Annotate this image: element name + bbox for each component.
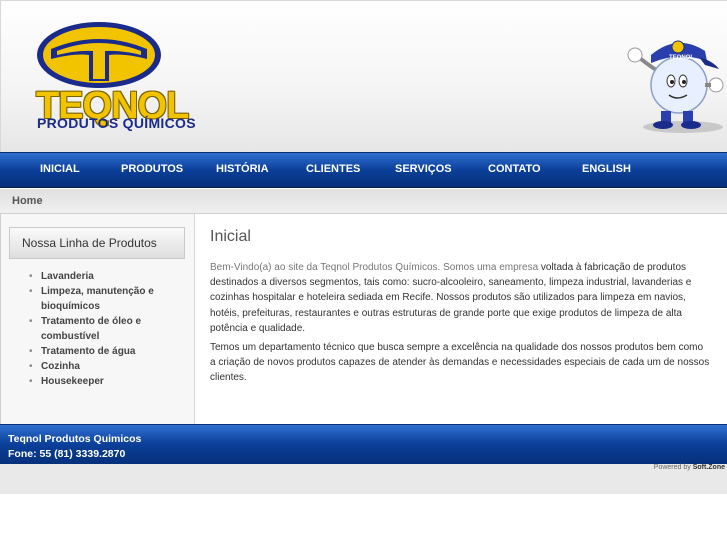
- sidebar-item-tratamento-agua[interactable]: Tratamento de água: [29, 344, 169, 359]
- nav-contato[interactable]: CONTATO: [488, 153, 541, 188]
- breadcrumb-home[interactable]: Home: [12, 195, 43, 207]
- product-line-list: Lavanderia Limpeza, manutenção e bioquím…: [29, 269, 169, 389]
- site-header: TEQNOL PRODUTOS QUÍMICOS TEQNOL: [0, 0, 727, 152]
- sidebar-item-lavanderia[interactable]: Lavanderia: [29, 269, 169, 284]
- mascot-cap-text: TEQNOL: [669, 55, 694, 61]
- footer-company: Teqnol Produtos Quimicos: [8, 433, 142, 445]
- nav-historia[interactable]: HISTÓRIA: [216, 153, 269, 188]
- nav-produtos[interactable]: PRODUTOS: [121, 153, 183, 188]
- site-footer: Teqnol Produtos Quimicos Fone: 55 (81) 3…: [0, 424, 727, 464]
- nav-servicos[interactable]: SERVIÇOS: [395, 153, 452, 188]
- sidebar-item-cozinha[interactable]: Cozinha: [29, 359, 169, 374]
- sidebar: Nossa Linha de Produtos Lavanderia Limpe…: [1, 214, 195, 424]
- page-bottom: [0, 494, 727, 545]
- nav-inicial[interactable]: INICIAL: [40, 153, 80, 188]
- sidebar-item-housekeeper[interactable]: Housekeeper: [29, 374, 169, 389]
- nav-english[interactable]: ENGLISH: [582, 153, 631, 188]
- mascot-icon: TEQNOL: [627, 40, 724, 133]
- welcome-lead: Bem-Vindo(a) ao site da Teqnol Produtos …: [210, 262, 539, 273]
- brand-tagline: PRODUTOS QUÍMICOS: [37, 115, 196, 131]
- powered-by[interactable]: Powered by Soft.Zone: [654, 464, 725, 471]
- sidebar-item-limpeza[interactable]: Limpeza, manutenção e bioquímicos: [29, 284, 169, 314]
- powered-name: Soft.Zone: [692, 464, 725, 471]
- powered-bar: Powered by Soft.Zone: [0, 464, 727, 494]
- sidebar-title: Nossa Linha de Produtos: [9, 227, 185, 259]
- footer-phone: Fone: 55 (81) 3339.2870: [8, 448, 126, 460]
- main-nav: INICIAL PRODUTOS HISTÓRIA CLIENTES SERVI…: [0, 152, 727, 188]
- breadcrumb: Home: [0, 189, 727, 214]
- page-title: Inicial: [210, 228, 251, 245]
- department-paragraph: Temos um departamento técnico que busca …: [210, 342, 710, 384]
- sidebar-item-tratamento-oleo[interactable]: Tratamento de óleo e combustível: [29, 314, 169, 344]
- content-area: Nossa Linha de Produtos Lavanderia Limpe…: [0, 214, 727, 424]
- main-content: Inicial Bem-Vindo(a) ao site da Teqnol P…: [210, 214, 710, 424]
- welcome-paragraph: Bem-Vindo(a) ao site da Teqnol Produtos …: [210, 260, 710, 336]
- powered-prefix: Powered by: [653, 464, 693, 471]
- nav-clientes[interactable]: CLIENTES: [306, 153, 360, 188]
